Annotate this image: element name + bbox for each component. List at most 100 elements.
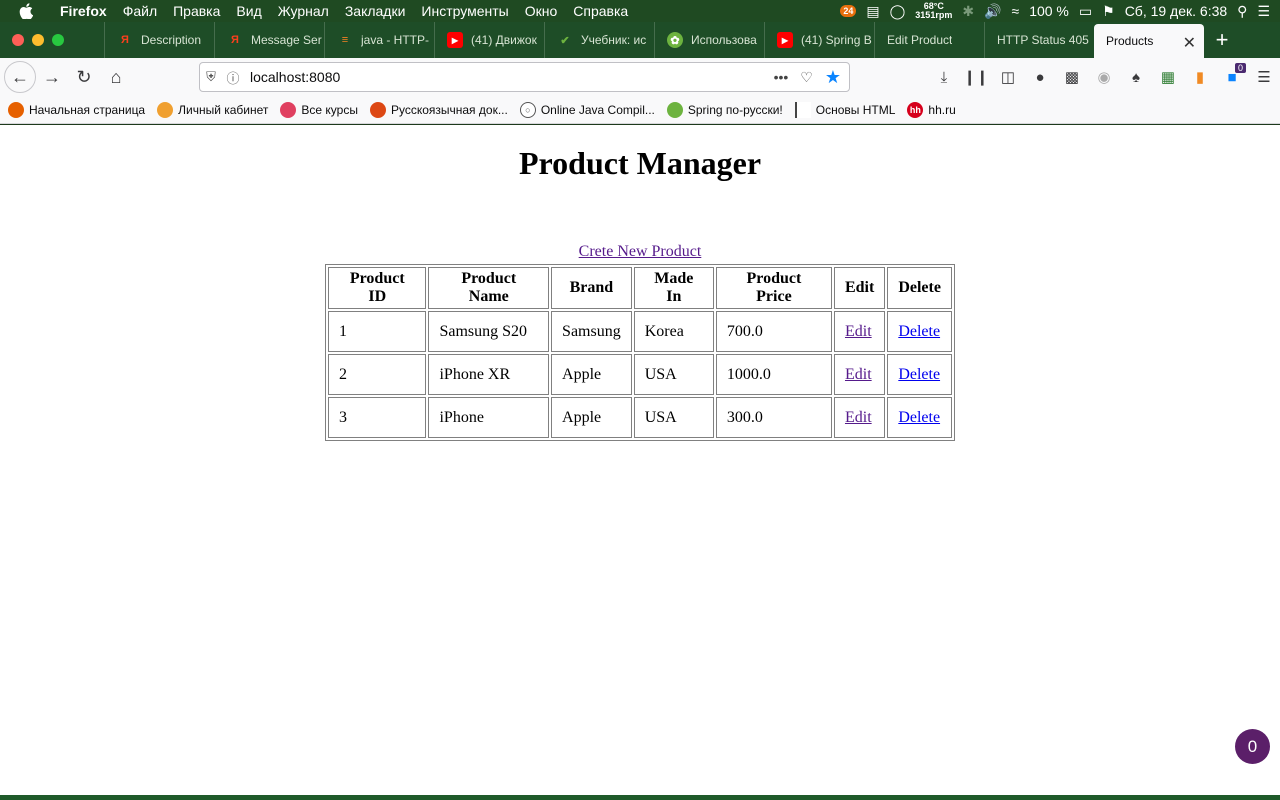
menu-view[interactable]: Вид xyxy=(228,3,269,19)
downloads-icon[interactable]: ⤓ xyxy=(928,61,960,93)
page-actions-icon[interactable]: ••• xyxy=(774,69,789,85)
close-window-button[interactable] xyxy=(12,34,24,46)
hh-icon: hh xyxy=(907,101,924,118)
extension-badge-icon[interactable]: ■ 0 xyxy=(1216,61,1248,93)
cell-product-name: iPhone XR xyxy=(428,354,550,395)
extension-grid-icon[interactable]: ▦ xyxy=(1152,61,1184,93)
cell-made-in: USA xyxy=(633,354,714,395)
tab-edit-product[interactable]: Edit Product xyxy=(874,22,984,58)
header-made-in: Made In xyxy=(633,267,714,309)
cell-edit: Edit xyxy=(833,354,886,395)
cell-delete: Delete xyxy=(887,354,952,395)
battery-percent[interactable]: 100 % xyxy=(1029,3,1069,19)
clock[interactable]: Сб, 19 дек. 6:38 xyxy=(1125,3,1227,19)
extension-screenshot-icon[interactable]: ▩ xyxy=(1056,61,1088,93)
delete-link[interactable]: Delete xyxy=(898,366,940,383)
bookmark-russian-docs[interactable]: Русскоязычная док... xyxy=(369,101,508,118)
cell-edit: Edit xyxy=(833,311,886,352)
address-bar[interactable]: ⛨ ⓘ localhost:8080 ••• ♡ ★ xyxy=(199,62,850,92)
spotlight-search-icon[interactable]: ⚲ xyxy=(1237,3,1247,20)
menu-app-name[interactable]: Firefox xyxy=(52,3,115,19)
bookmark-hh[interactable]: hh hh.ru xyxy=(907,101,956,118)
bookmark-star-icon[interactable]: ★ xyxy=(825,67,841,88)
table-row: 2 iPhone XR Apple USA 1000.0 Edit Delete xyxy=(328,354,952,395)
pocket-icon[interactable]: ♡ xyxy=(800,69,813,86)
notification-icon[interactable]: ▤ xyxy=(866,3,879,20)
table-header-row: Product ID Product Name Brand Made In Pr… xyxy=(328,267,952,309)
back-button[interactable]: ← xyxy=(4,61,36,93)
extension-github-icon[interactable]: ♠ xyxy=(1120,61,1152,93)
home-button[interactable]: ⌂ xyxy=(100,61,132,93)
menu-window[interactable]: Окно xyxy=(517,3,566,19)
tab-products[interactable]: Products ✕ xyxy=(1094,24,1204,58)
edit-link[interactable]: Edit xyxy=(845,409,872,426)
delete-link[interactable]: Delete xyxy=(898,323,940,340)
tab-youtube-spring[interactable]: ▶ (41) Spring B xyxy=(764,22,874,58)
cell-delete: Delete xyxy=(887,397,952,438)
bluetooth-icon[interactable]: ✱ xyxy=(962,3,974,20)
menu-history[interactable]: Журнал xyxy=(270,3,337,19)
tab-java-http[interactable]: ≡ java - HTTP- xyxy=(324,22,434,58)
bookmark-online-java-compiler[interactable]: ○ Online Java Compil... xyxy=(519,101,655,118)
menu-tools[interactable]: Инструменты xyxy=(413,3,516,19)
create-product-link-wrapper: Crete New Product xyxy=(0,243,1280,261)
url-text[interactable]: localhost:8080 xyxy=(250,69,340,85)
extension-trash-icon[interactable]: ▮ xyxy=(1184,61,1216,93)
cabinet-icon xyxy=(157,101,174,118)
temperature-readout[interactable]: 68°C 3151rpm xyxy=(915,2,952,20)
apple-icon[interactable] xyxy=(0,3,52,19)
menu-edit[interactable]: Правка xyxy=(165,3,228,19)
new-tab-button[interactable]: + xyxy=(1204,22,1240,58)
notification-count-badge[interactable]: 24 xyxy=(840,5,857,17)
sidebar-icon[interactable]: ◫ xyxy=(992,61,1024,93)
edit-link[interactable]: Edit xyxy=(845,323,872,340)
wifi-icon[interactable]: ≈ xyxy=(1012,3,1020,19)
floating-counter-badge[interactable]: 0 xyxy=(1235,729,1270,764)
minimize-window-button[interactable] xyxy=(32,34,44,46)
spring-icon: ✿ xyxy=(667,32,683,48)
bookmark-all-courses[interactable]: Все курсы xyxy=(280,101,358,118)
delete-link[interactable]: Delete xyxy=(898,409,940,426)
battery-icon[interactable]: ▭ xyxy=(1079,3,1092,20)
tab-tutorial[interactable]: ✔ Учебник: ис xyxy=(544,22,654,58)
cell-delete: Delete xyxy=(887,311,952,352)
globe-icon: ○ xyxy=(519,101,536,118)
reload-button[interactable]: ↻ xyxy=(68,61,100,93)
bookmark-spring-russian[interactable]: Spring по-русски! xyxy=(666,101,783,118)
cell-product-id: 2 xyxy=(328,354,427,395)
account-icon[interactable]: ● xyxy=(1024,61,1056,93)
cell-product-id: 3 xyxy=(328,397,427,438)
extension-globe-icon[interactable]: ◉ xyxy=(1088,61,1120,93)
close-tab-icon[interactable]: ✕ xyxy=(1183,33,1196,53)
tab-spring-usage[interactable]: ✿ Использова xyxy=(654,22,764,58)
notification-center-icon[interactable]: ☰ xyxy=(1257,3,1270,20)
menu-file[interactable]: Файл xyxy=(115,3,165,19)
cell-product-id: 1 xyxy=(328,311,427,352)
create-new-product-link[interactable]: Crete New Product xyxy=(579,243,702,260)
tab-youtube-engine[interactable]: ▶ (41) Движок xyxy=(434,22,544,58)
sensor-icon[interactable]: ◯ xyxy=(890,3,906,20)
table-row: 1 Samsung S20 Samsung Korea 700.0 Edit D… xyxy=(328,311,952,352)
flag-icon[interactable]: ⚑ xyxy=(1102,3,1115,20)
tab-message-service[interactable]: Я Message Ser xyxy=(214,22,324,58)
bookmark-personal-cabinet[interactable]: Личный кабинет xyxy=(157,101,268,118)
forward-button[interactable]: → xyxy=(36,61,68,93)
site-info-icon[interactable]: ⓘ xyxy=(222,68,244,87)
tracking-protection-icon[interactable]: ⛨ xyxy=(200,69,222,85)
macos-menu-bar: Firefox Файл Правка Вид Журнал Закладки … xyxy=(0,0,1280,22)
menu-help[interactable]: Справка xyxy=(565,3,636,19)
products-table: Product ID Product Name Brand Made In Pr… xyxy=(325,264,955,441)
hamburger-menu-icon[interactable]: ☰ xyxy=(1248,61,1280,93)
library-icon[interactable]: ❙❙ xyxy=(960,61,992,93)
bookmark-html-basics[interactable]: Основы HTML xyxy=(794,101,895,118)
menu-bookmarks[interactable]: Закладки xyxy=(337,3,414,19)
edit-link[interactable]: Edit xyxy=(845,366,872,383)
window-controls xyxy=(0,22,104,58)
ubuntu-icon xyxy=(369,101,386,118)
firefox-icon xyxy=(8,101,24,118)
bookmark-start-page[interactable]: Начальная страница xyxy=(8,101,145,118)
tab-description[interactable]: Я Description xyxy=(104,22,214,58)
tab-http-status-405[interactable]: HTTP Status 405 xyxy=(984,22,1094,58)
volume-icon[interactable]: 🔊 xyxy=(984,3,1001,20)
zoom-window-button[interactable] xyxy=(52,34,64,46)
